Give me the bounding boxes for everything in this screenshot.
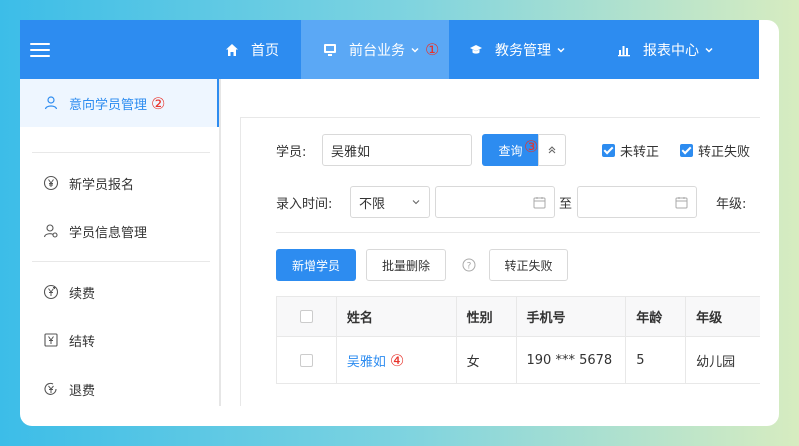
sidebar-item-label: 续费 <box>69 286 96 302</box>
nav-academic-label: 教务管理 <box>495 42 551 59</box>
add-student-button-label: 新增学员 <box>291 258 340 273</box>
convert-failed-button-label: 转正失败 <box>504 258 553 273</box>
table-header-row: 姓名 性别 手机号 年龄 年级 <box>277 297 760 337</box>
sidebar-item-refund[interactable]: 退费 <box>20 365 219 413</box>
cell-name: 吴雅如 ④ <box>337 337 457 383</box>
nav-reports[interactable]: 报表中心 <box>617 20 747 79</box>
chevron-double-up-icon <box>548 146 556 154</box>
marker-4: ④ <box>389 350 405 370</box>
home-icon <box>226 43 238 56</box>
to-label: 至 <box>559 197 573 212</box>
student-name-link[interactable]: 吴雅如 <box>347 351 386 370</box>
header-grade[interactable]: 年级 <box>686 297 760 336</box>
table-row: 吴雅如 ④ 女 190 *** 5678 5 幼儿园 <box>277 337 760 384</box>
query-button-label: 查询 <box>498 143 523 158</box>
sidebar-item-student-info[interactable]: 学员信息管理 <box>20 207 219 255</box>
chevron-down-icon <box>411 47 419 53</box>
sidebar-item-label: 学员信息管理 <box>69 225 148 241</box>
marker-3: ③ <box>524 137 539 156</box>
cell-gender: 女 <box>457 337 517 383</box>
chevron-down-icon <box>557 47 565 53</box>
entry-time-value: 不限 <box>359 196 386 212</box>
cell-age: 5 <box>626 337 687 383</box>
header-phone[interactable]: 手机号 <box>517 297 627 336</box>
select-all-checkbox[interactable] <box>299 310 313 323</box>
user-icon <box>44 96 58 110</box>
monitor-icon <box>324 43 336 56</box>
nav-home-label: 首页 <box>251 42 279 59</box>
sidebar-item-prospects[interactable]: 意向学员管理 ② <box>20 79 219 127</box>
sidebar-divider <box>32 261 210 262</box>
main-content: 学员: 吴雅如 查询 ③ 未转正 转正失败 录入时间: 不限 至 年级: 新增学… <box>220 79 760 406</box>
svg-text:?: ? <box>467 262 472 272</box>
chevron-down-icon <box>705 47 713 53</box>
checkbox-convert-failed[interactable]: 转正失败 <box>680 141 750 160</box>
filter-divider <box>276 232 760 233</box>
entry-time-select[interactable]: 不限 <box>350 186 430 218</box>
batch-delete-button[interactable]: 批量删除 <box>366 249 446 281</box>
help-icon[interactable]: ? <box>462 258 476 272</box>
student-label: 学员: <box>276 145 307 160</box>
sidebar: 意向学员管理 ② 新学员报名 学员信息管理 续费 结转 退费 <box>20 79 220 406</box>
menu-toggle-icon[interactable] <box>30 43 50 57</box>
chevron-down-icon <box>412 200 420 205</box>
cell-grade: 幼儿园 <box>696 354 736 370</box>
bar-chart-icon <box>618 45 630 56</box>
row-checkbox[interactable] <box>299 353 313 367</box>
grade-label: 年级: <box>716 197 747 212</box>
student-search-value: 吴雅如 <box>331 144 371 160</box>
add-student-button[interactable]: 新增学员 <box>276 249 356 281</box>
entry-time-label: 录入时间: <box>276 197 333 212</box>
marker-2: ② <box>151 93 166 113</box>
sidebar-item-label: 意向学员管理 <box>69 97 148 113</box>
sidebar-item-transfer[interactable]: 结转 <box>20 316 219 364</box>
calendar-icon <box>675 196 688 208</box>
nav-front-desk-label: 前台业务 <box>349 42 405 59</box>
sidebar-item-new-enrollment[interactable]: 新学员报名 <box>20 159 219 207</box>
sidebar-item-label: 新学员报名 <box>69 177 135 193</box>
sidebar-item-label: 退费 <box>69 383 96 399</box>
nav-academic[interactable]: 教务管理 <box>469 20 599 79</box>
graduation-cap-icon <box>470 44 482 54</box>
batch-delete-button-label: 批量删除 <box>381 258 430 273</box>
header-gender[interactable]: 性别 <box>457 297 517 336</box>
sidebar-item-label: 结转 <box>69 334 96 350</box>
yen-return-icon <box>44 382 57 395</box>
students-table: 姓名 性别 手机号 年龄 年级 吴雅如 ④ 女 190 *** 5678 5 幼… <box>276 296 760 384</box>
calendar-icon <box>533 196 546 208</box>
checkbox-convert-failed-label: 转正失败 <box>698 145 751 160</box>
checkbox-unconverted-label: 未转正 <box>620 145 660 160</box>
end-date-input[interactable] <box>577 186 697 218</box>
student-search-input[interactable]: 吴雅如 <box>322 134 472 166</box>
convert-failed-button[interactable]: 转正失败 <box>489 249 568 281</box>
nav-front-desk[interactable]: 前台业务 ① <box>301 20 449 79</box>
yen-circle-icon <box>43 175 59 191</box>
header-name[interactable]: 姓名 <box>337 297 457 336</box>
yen-box-icon <box>44 333 58 347</box>
top-navbar: 首页 前台业务 ① 教务管理 报表中心 <box>20 20 759 79</box>
marker-1: ① <box>425 40 440 59</box>
yen-plus-icon <box>43 284 59 300</box>
sidebar-item-renew[interactable]: 续费 <box>20 268 219 316</box>
user-settings-icon <box>43 224 58 238</box>
row-select-cell <box>277 337 337 383</box>
nav-home[interactable]: 首页 <box>225 20 305 79</box>
start-date-input[interactable] <box>435 186 555 218</box>
header-select-cell <box>277 297 337 336</box>
checkbox-checked-icon <box>602 144 615 157</box>
sidebar-divider <box>32 152 210 153</box>
header-age[interactable]: 年龄 <box>626 297 687 336</box>
checkbox-checked-icon <box>680 144 693 157</box>
checkbox-unconverted[interactable]: 未转正 <box>602 141 659 160</box>
cell-phone: 190 *** 5678 <box>517 337 627 383</box>
nav-reports-label: 报表中心 <box>643 42 699 59</box>
collapse-toggle-button[interactable] <box>538 134 566 166</box>
